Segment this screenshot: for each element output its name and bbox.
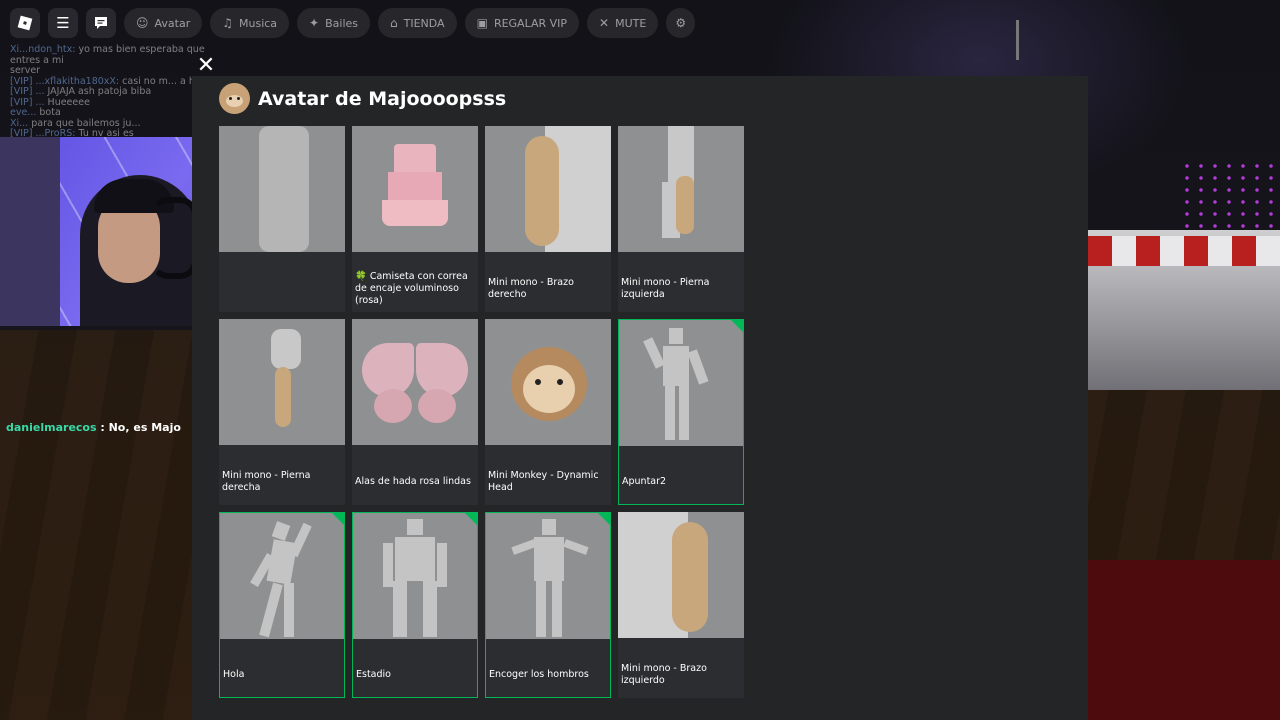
music-icon: ♫ [222,16,233,30]
close-icon[interactable]: ✕ [195,55,217,77]
chat-icon[interactable] [86,8,116,38]
item-thumbnail [220,513,344,639]
page-title: Avatar de Majoooopsss [258,87,507,110]
item-card[interactable]: Mini mono - Brazo izquierdo [618,512,744,698]
item-card-selected[interactable]: Hola [219,512,345,698]
item-thumbnail [486,513,610,639]
chat-line: Xi...ndon_htx: yo mas bien esperaba que … [10,44,205,66]
headset [150,197,198,279]
menu-icon[interactable]: ☰ [48,8,78,38]
roblox-logo-icon[interactable] [10,8,40,38]
item-thumbnail [352,319,478,445]
settings-button[interactable]: ⚙ [666,8,696,38]
item-card[interactable]: Mini Monkey - Dynamic Head [485,319,611,505]
item-label: Apuntar2 [622,475,667,487]
item-thumbnail [352,126,478,252]
chat-log: Xi...ndon_htx: yo mas bien esperaba que … [10,44,210,140]
item-label: 🍀 Camiseta con correa de encaje voluminos… [355,270,468,306]
item-card[interactable]: Mini mono - Pierna izquierda [618,126,744,312]
chat-highlight: danielmarecos : No, es Majo [6,421,181,434]
item-label: Mini mono - Brazo derecho [488,276,574,300]
item-label: Encoger los hombros [489,668,589,680]
lamp-pole [1016,20,1019,60]
item-label: Mini mono - Pierna derecha [222,469,311,493]
item-label: Mini mono - Pierna izquierda [621,276,710,300]
gear-icon: ⚙ [675,16,687,30]
item-thumbnail [619,320,743,446]
item-card[interactable] [219,126,345,312]
item-card-selected[interactable]: Apuntar2 [618,319,744,505]
top-bar: ☰ ☺ Avatar ♫ Musica ✦ Bailes ⌂ TIENDA ▣ REGAL… [10,8,696,38]
item-thumbnail [219,126,345,252]
shop-button[interactable]: ⌂ TIENDA [378,8,457,38]
item-label: Hola [223,668,245,680]
item-thumbnail [618,512,744,638]
item-label: Mini Monkey - Dynamic Head [488,469,599,493]
avatar-icon: ☺ [136,16,149,30]
avatar [219,83,250,114]
mute-icon: ✕ [599,16,610,30]
item-label [222,271,341,306]
avatar-button[interactable]: ☺ Avatar [124,8,203,38]
item-thumbnail [219,319,345,445]
item-thumbnail [485,126,611,252]
red-carpet [1088,560,1280,720]
dance-button[interactable]: ✦ Bailes [297,8,371,38]
item-card[interactable]: Mini mono - Pierna derecha [219,319,345,505]
mute-button[interactable]: ✕ MUTE [587,8,659,38]
item-card[interactable]: 🍀 Camiseta con correa de encaje voluminos… [352,126,478,312]
panel-header: Avatar de Majoooopsss [219,83,506,114]
item-thumbnail [485,319,611,445]
item-label: Alas de hada rosa lindas [355,475,471,487]
shop-icon: ⌂ [390,16,398,30]
item-thumbnail [618,126,744,252]
item-card-selected[interactable]: Encoger los hombros [485,512,611,698]
music-button[interactable]: ♫ Musica [210,8,290,38]
item-card-selected[interactable]: Estadio [352,512,478,698]
item-label: Estadio [356,668,391,680]
gift-icon: ▣ [476,16,488,30]
item-card[interactable]: Mini mono - Brazo derecho [485,126,611,312]
item-card[interactable]: Alas de hada rosa lindas [352,319,478,505]
gift-vip-button[interactable]: ▣ REGALAR VIP [464,8,580,38]
purple-lights [1180,160,1280,230]
item-thumbnail [353,513,477,639]
dance-icon: ✦ [309,16,320,30]
item-label: Mini mono - Brazo izquierdo [621,662,707,686]
stage-stripe [1088,236,1280,266]
